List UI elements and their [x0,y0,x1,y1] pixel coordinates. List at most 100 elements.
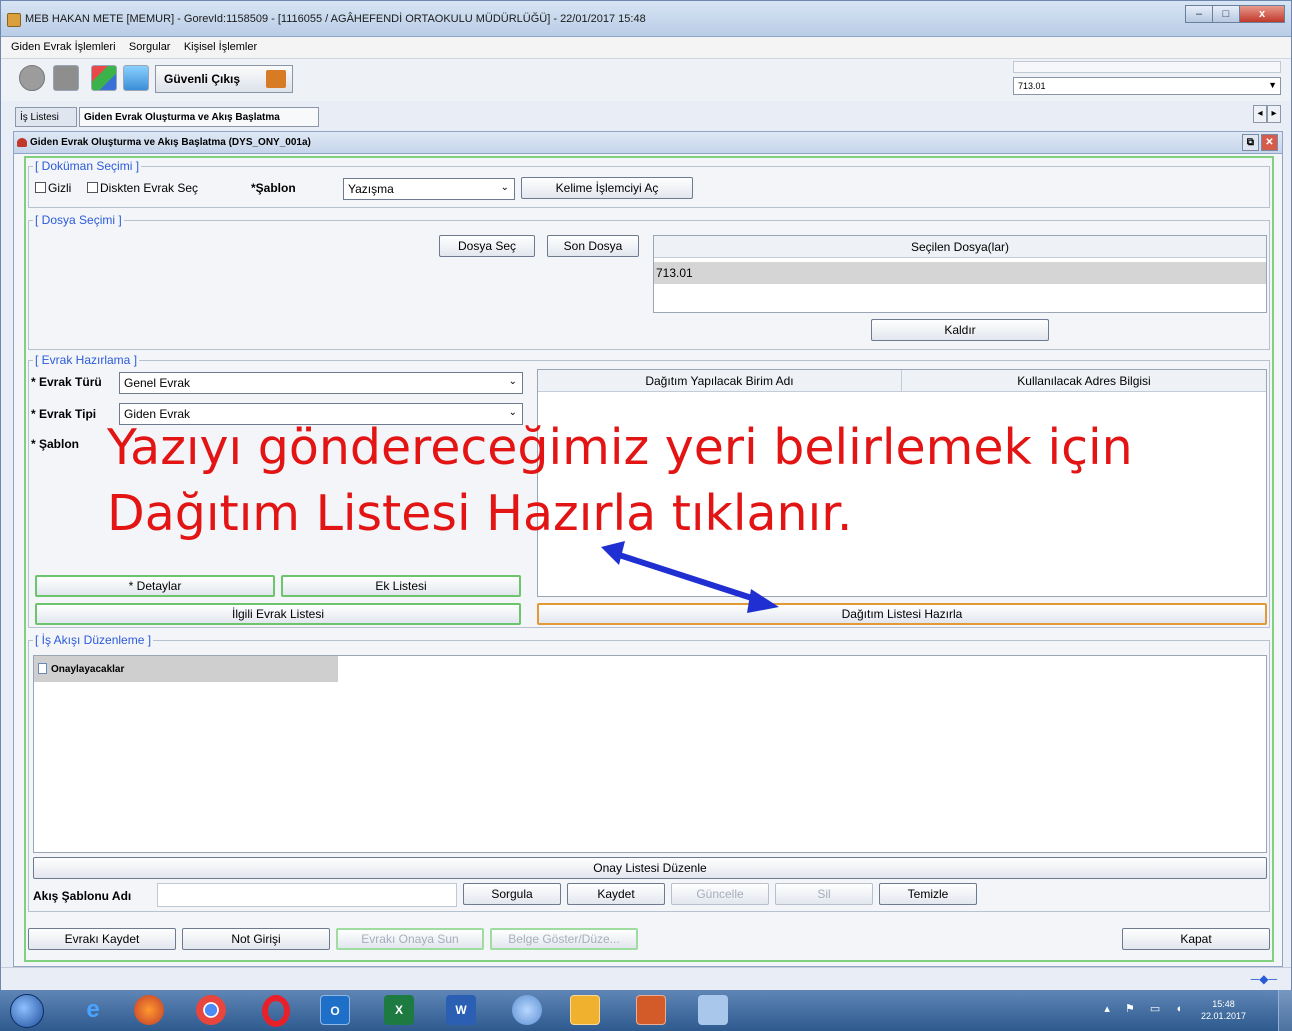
exit-door-icon [266,70,286,88]
tab-prev-icon[interactable]: ◂ [1253,105,1267,123]
instruction-line-2: Dağıtım Listesi Hazırla tıklanır. [107,485,853,542]
table-row[interactable]: 713.01 [654,262,1266,284]
outlook-icon[interactable]: O [320,995,350,1025]
chevron-down-icon: ⌄ [508,376,517,387]
related-docs-button[interactable]: İlgili Evrak Listesi [35,603,521,625]
document-prep-label: [ Evrak Hazırlama ] [33,353,140,367]
approvers-tree: Onaylayacaklar [33,655,1267,853]
file-code-combo[interactable]: 713.01 ▼ [1013,77,1281,95]
workflow-group: [ İş Akışı Düzenleme ] Onaylayacaklar On… [28,633,1270,912]
maximize-button[interactable]: □ [1212,5,1240,23]
connection-icon: ─◆─ [1250,972,1277,986]
safe-exit-button[interactable]: Güvenli Çıkış [155,65,293,93]
doc-selection-label: [ Doküman Seçimi ] [33,159,142,173]
query-button[interactable]: Sorgula [463,883,561,905]
doc-selection-group: [ Doküman Seçimi ] Gizli Diskten Evrak S… [28,159,1270,208]
form-content: [ Doküman Seçimi ] Gizli Diskten Evrak S… [24,156,1274,962]
title-bar: MEB HAKAN METE [MEMUR] - GorevId:1158509… [1,1,1291,37]
grid-icon[interactable] [53,65,79,91]
menu-queries[interactable]: Sorgular [129,41,171,53]
network-tool-icon[interactable] [512,995,542,1025]
close-button[interactable]: x [1239,5,1285,23]
secret-checkbox[interactable]: Gizli [35,181,71,195]
distribution-unit-header: Dağıtım Yapılacak Birim Adı [538,370,902,392]
system-tray: ▴ ⚑ ▭ ◖ [1104,1003,1188,1015]
edit-approval-list-button[interactable]: Onay Listesi Düzenle [33,857,1267,879]
from-disk-checkbox[interactable]: Diskten Evrak Seç [87,181,198,195]
template-field-label: * Şablon [31,437,80,451]
firefox-icon[interactable] [134,995,164,1025]
doc-type-label: * Evrak Türü [31,375,102,389]
colors-icon[interactable] [91,65,117,91]
remove-file-button[interactable]: Kaldır [871,319,1049,341]
tab-outgoing-create[interactable]: Giden Evrak Oluşturma ve Akış Başlatma [79,107,319,127]
clear-button[interactable]: Temizle [879,883,977,905]
app-window: MEB HAKAN METE [MEMUR] - GorevId:1158509… [0,0,1292,990]
last-file-button[interactable]: Son Dosya [547,235,639,257]
file-selection-group: [ Dosya Seçimi ] Dosya Seç Son Dosya Seç… [28,213,1270,350]
details-button[interactable]: * Detaylar [35,575,275,597]
prepare-distribution-list-button[interactable]: Dağıtım Listesi Hazırla [537,603,1267,625]
tab-next-icon[interactable]: ▸ [1267,105,1281,123]
close-form-button[interactable]: Kapat [1122,928,1270,950]
instruction-annotation: Yazıyı göndereceğimiz yeri belirlemek iç… [107,415,1133,547]
show-document-button[interactable]: Belge Göster/Düze... [490,928,638,950]
menu-bar: Giden Evrak İşlemleri Sorgular Kişisel İ… [1,37,1291,59]
paint-icon[interactable] [698,995,728,1025]
restore-icon[interactable]: ⧉ [1242,134,1259,151]
tab-work-list[interactable]: İş Listesi [15,107,77,127]
template-select[interactable]: Yazışma ⌄ [343,178,515,200]
save-document-button[interactable]: Evrakı Kaydet [28,928,176,950]
show-desktop-button[interactable] [1278,990,1292,1031]
chevron-down-icon: ▼ [1268,80,1277,90]
heart-icon [17,138,27,147]
java-app-icon [7,13,21,27]
doc-type-select[interactable]: Genel Evrak ⌄ [119,372,523,394]
stop-icon[interactable] [19,65,45,91]
safe-exit-label: Güvenli Çıkış [164,72,241,86]
form-title-bar: Giden Evrak Oluşturma ve Akış Başlatma (… [14,132,1282,154]
select-file-button[interactable]: Dosya Seç [439,235,535,257]
save-flow-button[interactable]: Kaydet [567,883,665,905]
open-word-processor-button[interactable]: Kelime İşlemciyi Aç [521,177,693,199]
selected-files-table: Seçilen Dosya(lar) 713.01 [653,235,1267,313]
update-button[interactable]: Güncelle [671,883,769,905]
chevron-down-icon: ⌄ [500,182,509,193]
template-label: *Şablon [251,181,296,195]
window-title: MEB HAKAN METE [MEMUR] - GorevId:1158509… [25,13,646,25]
delete-button[interactable]: Sil [775,883,873,905]
opera-icon[interactable] [262,995,290,1027]
minimize-button[interactable]: – [1185,5,1213,23]
start-button[interactable] [10,994,44,1028]
doc-kind-label: * Evrak Tipi [31,407,97,421]
chat-icon[interactable] [123,65,149,91]
clock[interactable]: 15:48 22.01.2017 [1201,998,1246,1022]
distribution-address-header: Kullanılacak Adres Bilgisi [902,370,1266,392]
form-close-icon[interactable]: ✕ [1261,134,1278,151]
chrome-icon[interactable] [196,995,226,1025]
menu-personal[interactable]: Kişisel İşlemler [184,41,257,53]
approvers-node[interactable]: Onaylayacaklar [34,656,338,682]
attachment-list-button[interactable]: Ek Listesi [281,575,521,597]
taskbar: e O X W ▴ ⚑ ▭ ◖ 15:48 22.01.2017 [0,990,1292,1031]
clock-date: 22.01.2017 [1200,1011,1246,1021]
instruction-line-1: Yazıyı göndereceğimiz yeri belirlemek iç… [107,419,1133,476]
submit-for-approval-button[interactable]: Evrakı Onaya Sun [336,928,484,950]
form-title: Giden Evrak Oluşturma ve Akış Başlatma (… [30,137,311,148]
java-icon[interactable] [636,995,666,1025]
word-icon[interactable]: W [446,995,476,1025]
messenger-icon[interactable] [570,995,600,1025]
status-bar: ─◆─ [1,967,1291,990]
clock-time: 15:48 [1212,999,1235,1009]
form-frame: Giden Evrak Oluşturma ve Akış Başlatma (… [13,131,1283,967]
top-mini-field[interactable] [1013,61,1281,73]
excel-icon[interactable]: X [384,995,414,1025]
note-entry-button[interactable]: Not Girişi [182,928,330,950]
flow-template-name-label: Akış Şablonu Adı [33,889,132,903]
flow-template-name-input[interactable] [157,883,457,907]
menu-outgoing[interactable]: Giden Evrak İşlemleri [11,41,116,53]
internet-explorer-icon[interactable]: e [78,995,108,1025]
file-selection-label: [ Dosya Seçimi ] [33,213,124,227]
document-icon [38,663,47,674]
workflow-label: [ İş Akışı Düzenleme ] [33,633,154,647]
